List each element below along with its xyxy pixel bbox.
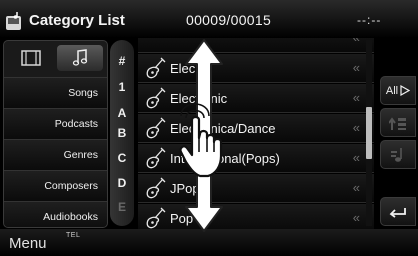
- alpha-key-e[interactable]: E: [110, 200, 134, 214]
- category-songs[interactable]: Songs: [4, 77, 107, 108]
- video-tab[interactable]: [8, 45, 54, 71]
- bottom-bar: [0, 229, 418, 256]
- guitar-icon: [146, 177, 166, 199]
- guitar-icon: [146, 147, 166, 169]
- alphabet-search-strip[interactable]: # 1 A B C D E: [110, 40, 134, 226]
- top-list-icon: [391, 147, 402, 162]
- list-scrollbar[interactable]: [366, 40, 372, 226]
- guitar-icon: [146, 117, 166, 139]
- chevron-left-icon: «: [352, 180, 360, 195]
- category-panel: Songs Podcasts Genres Composers Audioboo…: [3, 40, 108, 228]
- category-podcasts[interactable]: Podcasts: [4, 108, 107, 139]
- music-tab[interactable]: [57, 45, 103, 71]
- page-title: Category List: [29, 12, 125, 29]
- play-right-icon: [400, 85, 411, 96]
- scrollbar-thumb[interactable]: [366, 107, 372, 159]
- all-button[interactable]: All: [380, 76, 416, 105]
- up-level-icon: [389, 116, 406, 130]
- top-list-button[interactable]: [380, 140, 416, 169]
- clock: --:--: [357, 13, 382, 27]
- chevron-left-icon: «: [352, 60, 360, 75]
- alpha-key-a[interactable]: A: [110, 106, 134, 120]
- chevron-left-icon: «: [352, 120, 360, 135]
- chevron-left-icon: «: [353, 38, 360, 45]
- up-level-button[interactable]: [380, 108, 416, 137]
- alpha-key-hash[interactable]: #: [110, 54, 134, 68]
- music-note-icon: [72, 49, 88, 66]
- guitar-icon: [146, 207, 166, 229]
- music-device-icon: [6, 12, 21, 30]
- chevron-left-icon: «: [352, 150, 360, 165]
- alpha-key-d[interactable]: D: [110, 176, 134, 190]
- drag-gesture-illustration: [179, 39, 223, 232]
- menu-button[interactable]: Menu: [9, 235, 47, 252]
- alpha-key-c[interactable]: C: [110, 151, 134, 165]
- category-composers[interactable]: Composers: [4, 170, 107, 201]
- chevron-left-icon: «: [352, 210, 360, 225]
- alpha-key-b[interactable]: B: [110, 126, 134, 140]
- chevron-left-icon: «: [352, 90, 360, 105]
- category-genres[interactable]: Genres: [4, 139, 107, 170]
- tel-indicator: TEL: [66, 232, 81, 239]
- guitar-icon: [146, 87, 166, 109]
- category-audiobooks[interactable]: Audiobooks: [4, 201, 107, 227]
- alpha-key-1[interactable]: 1: [110, 80, 134, 94]
- film-icon: [21, 50, 41, 66]
- track-counter: 00009/00015: [186, 12, 272, 28]
- guitar-icon: [146, 57, 166, 79]
- return-icon: [389, 207, 406, 218]
- return-button[interactable]: [380, 197, 416, 226]
